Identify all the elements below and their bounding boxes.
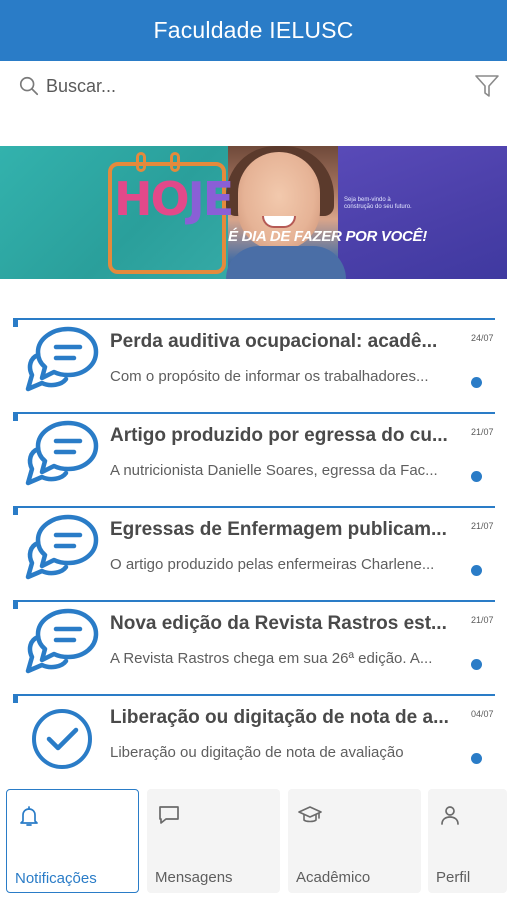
notification-snippet: Liberação ou digitação de nota de avalia…	[110, 744, 404, 761]
notification-item[interactable]: Egressas de Enfermagem publicam... O art…	[13, 506, 495, 600]
unread-dot	[471, 565, 482, 576]
notification-item[interactable]: Nova edição da Revista Rastros est... A …	[13, 600, 495, 694]
banner-slogan: É DIA DE FAZER POR VOCÊ!	[228, 228, 427, 245]
tab-perfil[interactable]: Perfil	[428, 789, 507, 893]
notification-item[interactable]: Artigo produzido por egressa do cu... A …	[13, 412, 495, 506]
notification-item[interactable]: Perda auditiva ocupacional: acadê... Com…	[13, 318, 495, 412]
bottom-tab-bar: Notificações Mensagens Acadêmico Perfil	[0, 784, 507, 900]
banner-purple-panel	[318, 146, 507, 279]
tab-mensagens[interactable]: Mensagens	[147, 789, 280, 893]
user-icon	[441, 806, 459, 825]
tab-label: Notificações	[15, 870, 97, 887]
banner-word-je: JE	[187, 172, 235, 226]
search-bar	[0, 61, 507, 111]
tab-label: Acadêmico	[296, 869, 371, 886]
notification-date: 24/07	[471, 333, 494, 343]
unread-dot	[471, 377, 482, 388]
notification-date: 04/07	[471, 709, 494, 719]
chat-bubbles-icon	[25, 514, 99, 580]
notification-snippet: A nutricionista Danielle Soares, egressa…	[110, 462, 438, 479]
calendar-ring	[136, 152, 146, 172]
notification-snippet: Com o propósito de informar os trabalhad…	[110, 368, 429, 385]
tab-notificacoes[interactable]: Notificações	[6, 789, 139, 893]
bell-icon	[20, 806, 38, 826]
filter-icon[interactable]	[474, 73, 500, 99]
search-icon	[19, 76, 39, 96]
notification-snippet: A Revista Rastros chega em sua 26ª ediçã…	[110, 650, 433, 667]
notification-snippet: O artigo produzido pelas enfermeiras Cha…	[110, 556, 435, 573]
notification-title: Liberação ou digitação de nota de a...	[110, 707, 449, 728]
unread-dot	[471, 659, 482, 670]
message-icon	[159, 806, 179, 824]
graduation-cap-icon	[298, 806, 322, 823]
notification-title: Egressas de Enfermagem publicam...	[110, 519, 447, 540]
app-title: Faculdade IELUSC	[153, 17, 354, 43]
unread-dot	[471, 471, 482, 482]
chat-bubbles-icon	[25, 420, 99, 486]
notification-date: 21/07	[471, 521, 494, 531]
promo-banner[interactable]	[0, 146, 507, 279]
tab-label: Perfil	[436, 869, 471, 886]
banner-word-ho: HO	[114, 172, 190, 226]
tab-academico[interactable]: Acadêmico	[288, 789, 421, 893]
check-circle-icon	[32, 709, 92, 769]
calendar-ring	[170, 152, 180, 172]
notification-title: Nova edição da Revista Rastros est...	[110, 613, 447, 634]
banner-headline: HOJE	[114, 176, 234, 222]
notification-title: Perda auditiva ocupacional: acadê...	[110, 331, 438, 352]
app-header: Faculdade IELUSC	[0, 0, 507, 61]
chat-bubbles-icon	[25, 608, 99, 674]
notification-date: 21/07	[471, 615, 494, 625]
chat-bubbles-icon	[25, 326, 99, 392]
banner-small-text: Seja bem-vindo à construção do seu futur…	[344, 197, 412, 210]
notification-title: Artigo produzido por egressa do cu...	[110, 425, 448, 446]
unread-dot	[471, 753, 482, 764]
tab-label: Mensagens	[155, 869, 233, 886]
search-input[interactable]	[46, 73, 446, 99]
notification-date: 21/07	[471, 427, 494, 437]
banner-shirt	[226, 246, 346, 279]
notification-item[interactable]: Liberação ou digitação de nota de a... L…	[13, 694, 495, 788]
